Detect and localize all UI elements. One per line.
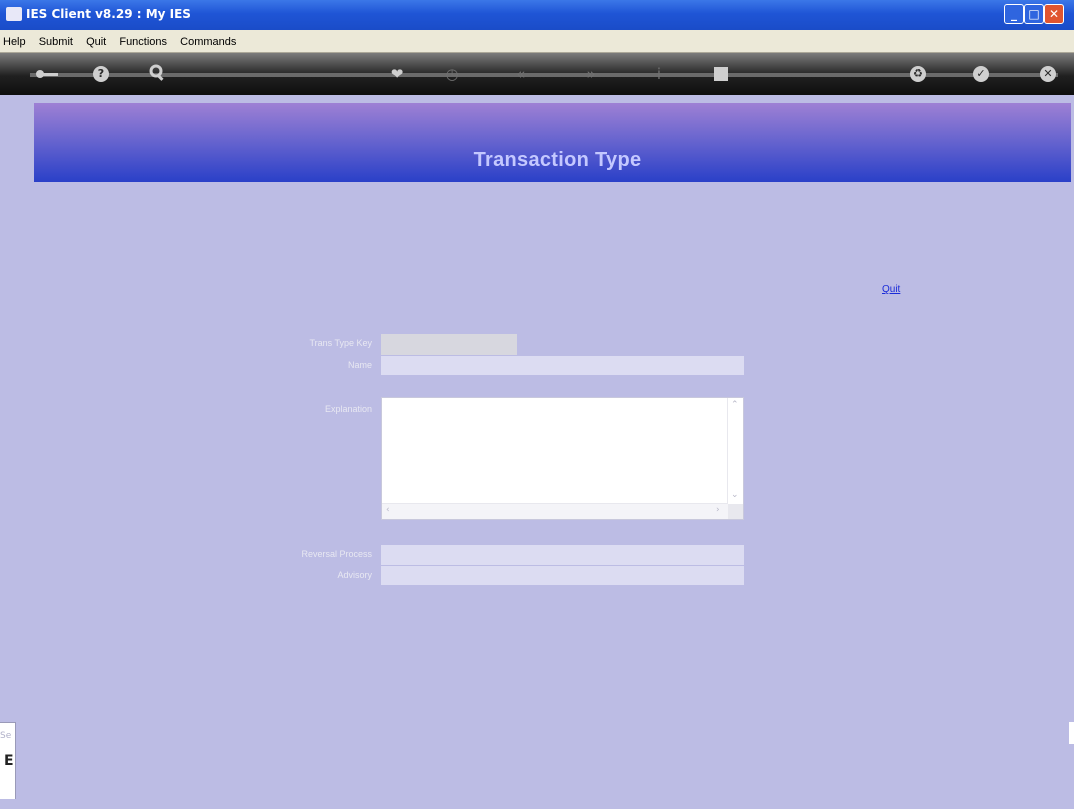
menu-help[interactable]: Help <box>0 31 30 53</box>
menu-submit[interactable]: Submit <box>35 31 77 53</box>
minimize-button[interactable]: _ <box>1004 4 1024 24</box>
quit-link[interactable]: Quit <box>882 284 900 295</box>
reversal-process-label: Reversal Process <box>301 549 372 559</box>
advisory-field[interactable] <box>381 566 744 585</box>
stop-icon[interactable] <box>710 63 732 85</box>
explanation-vertical-scrollbar[interactable]: ⌃ ⌄ <box>727 398 743 504</box>
name-label: Name <box>347 360 372 370</box>
scrollbar-corner <box>728 504 743 519</box>
recycle-icon[interactable]: ♻ <box>910 66 926 82</box>
scroll-right-icon[interactable]: › <box>716 505 720 515</box>
heart-icon[interactable]: ❤ <box>386 63 408 85</box>
check-icon[interactable]: ✓ <box>973 66 989 82</box>
toolbar-line <box>30 73 1058 77</box>
close-window-button[interactable]: ✕ <box>1044 4 1064 24</box>
explanation-textarea[interactable]: ⌃ ⌄ ‹ › <box>381 397 744 520</box>
menu-functions[interactable]: Functions <box>115 31 171 53</box>
advisory-label: Advisory <box>337 570 372 580</box>
right-edge-stub <box>1069 722 1074 744</box>
menu-bar: Help Submit Quit Functions Commands <box>0 30 1074 53</box>
reversal-process-field[interactable] <box>381 545 744 565</box>
trans-type-key-field[interactable] <box>381 334 517 355</box>
rewind-icon[interactable]: « <box>510 63 532 85</box>
name-field[interactable] <box>381 356 744 375</box>
toolbar: ? ❤ ◷ « » ⅰ ♻ ✓ ✕ <box>0 53 1074 95</box>
app-icon <box>6 7 22 21</box>
scroll-up-icon[interactable]: ⌃ <box>731 400 739 410</box>
fast-forward-icon[interactable]: » <box>580 63 602 85</box>
title-bar[interactable]: IES Client v8.29 : My IES _ □ ✕ <box>0 0 1074 30</box>
page-title: Transaction Type <box>473 149 642 171</box>
explanation-label: Explanation <box>324 404 372 414</box>
menu-quit[interactable]: Quit <box>82 31 110 53</box>
menu-commands[interactable]: Commands <box>176 31 240 53</box>
explanation-horizontal-scrollbar[interactable]: ‹ › <box>382 503 728 519</box>
side-panel-stub[interactable]: Se E <box>0 722 16 799</box>
info-icon[interactable]: ⅰ <box>648 63 670 85</box>
key-icon[interactable] <box>34 63 58 85</box>
window-title: IES Client v8.29 : My IES <box>26 7 191 21</box>
side-stub-letter: E <box>4 753 14 769</box>
scroll-down-icon[interactable]: ⌄ <box>731 490 739 500</box>
trans-type-key-label: Trans Type Key <box>309 338 372 348</box>
scroll-left-icon[interactable]: ‹ <box>386 505 390 515</box>
close-icon[interactable]: ✕ <box>1040 66 1056 82</box>
side-stub-text: Se <box>0 731 12 741</box>
header-banner: Transaction Type <box>34 103 1071 182</box>
search-icon[interactable] <box>147 63 169 85</box>
clock-icon[interactable]: ◷ <box>441 63 463 85</box>
app-window: IES Client v8.29 : My IES _ □ ✕ Help Sub… <box>0 0 1074 809</box>
maximize-button[interactable]: □ <box>1024 4 1044 24</box>
help-icon[interactable]: ? <box>93 66 109 82</box>
